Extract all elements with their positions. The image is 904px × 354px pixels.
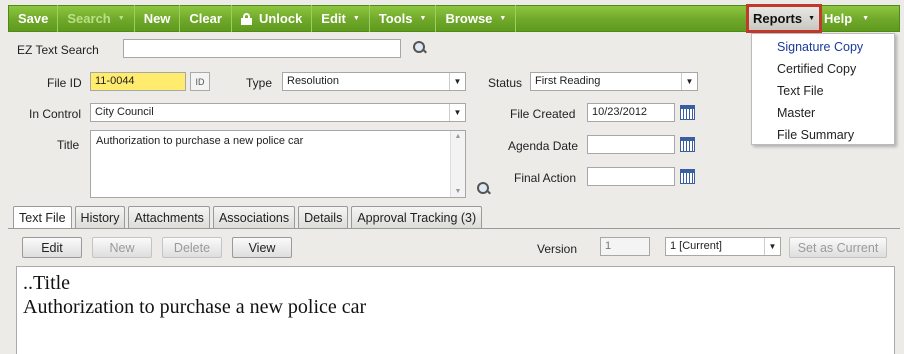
browse-menu[interactable]: Browse ▼ <box>436 5 517 32</box>
clear-button[interactable]: Clear <box>180 5 232 32</box>
final-action-field[interactable] <box>587 167 675 186</box>
calendar-icon[interactable] <box>680 105 695 120</box>
in-control-value: City Council <box>95 106 154 118</box>
version-select[interactable]: 1 [Current] ▼ <box>665 237 781 256</box>
file-created-field[interactable]: 10/23/2012 <box>587 103 675 122</box>
chevron-down-icon: ▼ <box>499 15 507 22</box>
chevron-down-icon: ▼ <box>764 238 780 255</box>
help-label: Help <box>824 11 853 26</box>
status-label: Status <box>488 76 523 90</box>
chevron-down-icon: ▼ <box>449 104 465 121</box>
chevron-down-icon: ▼ <box>352 15 360 22</box>
chevron-down-icon: ▼ <box>449 73 465 90</box>
chevron-down-icon: ▼ <box>419 15 427 22</box>
menu-item-text-file[interactable]: Text File <box>752 80 894 102</box>
tab-bar: Text File History Attachments Associatio… <box>13 206 483 229</box>
save-label: Save <box>18 11 49 26</box>
title-textarea[interactable]: Authorization to purchase a new police c… <box>90 130 466 198</box>
chevron-down-icon: ▼ <box>808 15 816 22</box>
agenda-date-label: Agenda Date <box>508 139 579 153</box>
tab-approval-tracking[interactable]: Approval Tracking (3) <box>351 206 483 228</box>
zoom-icon[interactable] <box>477 182 491 196</box>
new-label: New <box>143 11 171 26</box>
search-label: Search <box>67 11 111 26</box>
chevron-down-icon: ▼ <box>117 15 125 22</box>
tab-divider <box>8 228 900 229</box>
view-button[interactable]: View <box>232 237 292 258</box>
ez-search-label: EZ Text Search <box>17 43 99 57</box>
status-select[interactable]: First Reading ▼ <box>530 72 698 91</box>
save-button[interactable]: Save <box>9 5 59 32</box>
set-as-current-button[interactable]: Set as Current <box>789 237 887 258</box>
ez-search-input[interactable] <box>123 39 401 58</box>
tab-details[interactable]: Details <box>298 206 349 228</box>
tab-text-file[interactable]: Text File <box>13 206 72 229</box>
editor-line-2: Authorization to purchase a new police c… <box>23 296 367 318</box>
clear-label: Clear <box>189 11 222 26</box>
tab-history[interactable]: History <box>74 206 126 228</box>
new-text-button[interactable]: New <box>92 237 152 258</box>
search-menu[interactable]: Search ▼ <box>58 5 135 32</box>
title-label: Title <box>57 138 80 152</box>
menu-item-master[interactable]: Master <box>752 102 894 124</box>
edit-label: Edit <box>321 11 346 26</box>
text-file-editor[interactable]: ..Title Authorization to purchase a new … <box>16 266 895 354</box>
reports-label: Reports <box>752 11 803 26</box>
unlock-button[interactable]: Unlock <box>232 5 313 32</box>
menu-item-file-summary[interactable]: File Summary <box>752 124 894 146</box>
id-button[interactable]: ID <box>190 72 210 91</box>
file-id-label: File ID <box>47 76 82 90</box>
tools-label: Tools <box>378 11 413 26</box>
tools-menu[interactable]: Tools ▼ <box>370 5 437 32</box>
final-action-label: Final Action <box>514 171 577 185</box>
tab-attachments[interactable]: Attachments <box>128 206 210 228</box>
search-icon[interactable] <box>413 41 427 55</box>
edit-menu[interactable]: Edit ▼ <box>312 5 370 32</box>
tab-associations[interactable]: Associations <box>212 206 296 228</box>
version-select-value: 1 [Current] <box>670 240 722 252</box>
title-scrollbar[interactable]: ▲ ▼ <box>450 131 465 197</box>
file-id-field[interactable]: 11-0044 <box>90 72 186 91</box>
edit-button[interactable]: Edit <box>22 237 82 258</box>
type-select[interactable]: Resolution ▼ <box>282 72 466 91</box>
chevron-down-icon: ▼ <box>681 73 697 90</box>
help-menu[interactable]: Help ▼ <box>824 6 869 31</box>
in-control-label: In Control <box>29 107 82 121</box>
menu-item-signature-copy[interactable]: Signature Copy <box>752 36 894 58</box>
file-created-label: File Created <box>510 107 576 121</box>
editor-line-1: ..Title <box>23 272 71 294</box>
calendar-icon[interactable] <box>680 169 695 184</box>
reports-dropdown: Signature Copy Certified Copy Text File … <box>751 33 895 145</box>
status-value: First Reading <box>535 75 601 87</box>
in-control-select[interactable]: City Council ▼ <box>90 103 466 122</box>
browse-label: Browse <box>445 11 493 26</box>
type-label: Type <box>246 76 273 90</box>
version-field: 1 <box>600 237 650 256</box>
lock-icon <box>240 12 252 25</box>
type-value: Resolution <box>287 75 339 87</box>
reports-menu[interactable]: Reports ▼ <box>746 4 822 33</box>
menu-item-certified-copy[interactable]: Certified Copy <box>752 58 894 80</box>
delete-button[interactable]: Delete <box>162 237 222 258</box>
unlock-label: Unlock <box>258 11 303 26</box>
version-label: Version <box>537 242 578 256</box>
new-button[interactable]: New <box>135 5 181 32</box>
agenda-date-field[interactable] <box>587 135 675 154</box>
chevron-down-icon: ▼ <box>862 15 870 22</box>
title-value: Authorization to purchase a new police c… <box>96 135 304 147</box>
calendar-icon[interactable] <box>680 137 695 152</box>
